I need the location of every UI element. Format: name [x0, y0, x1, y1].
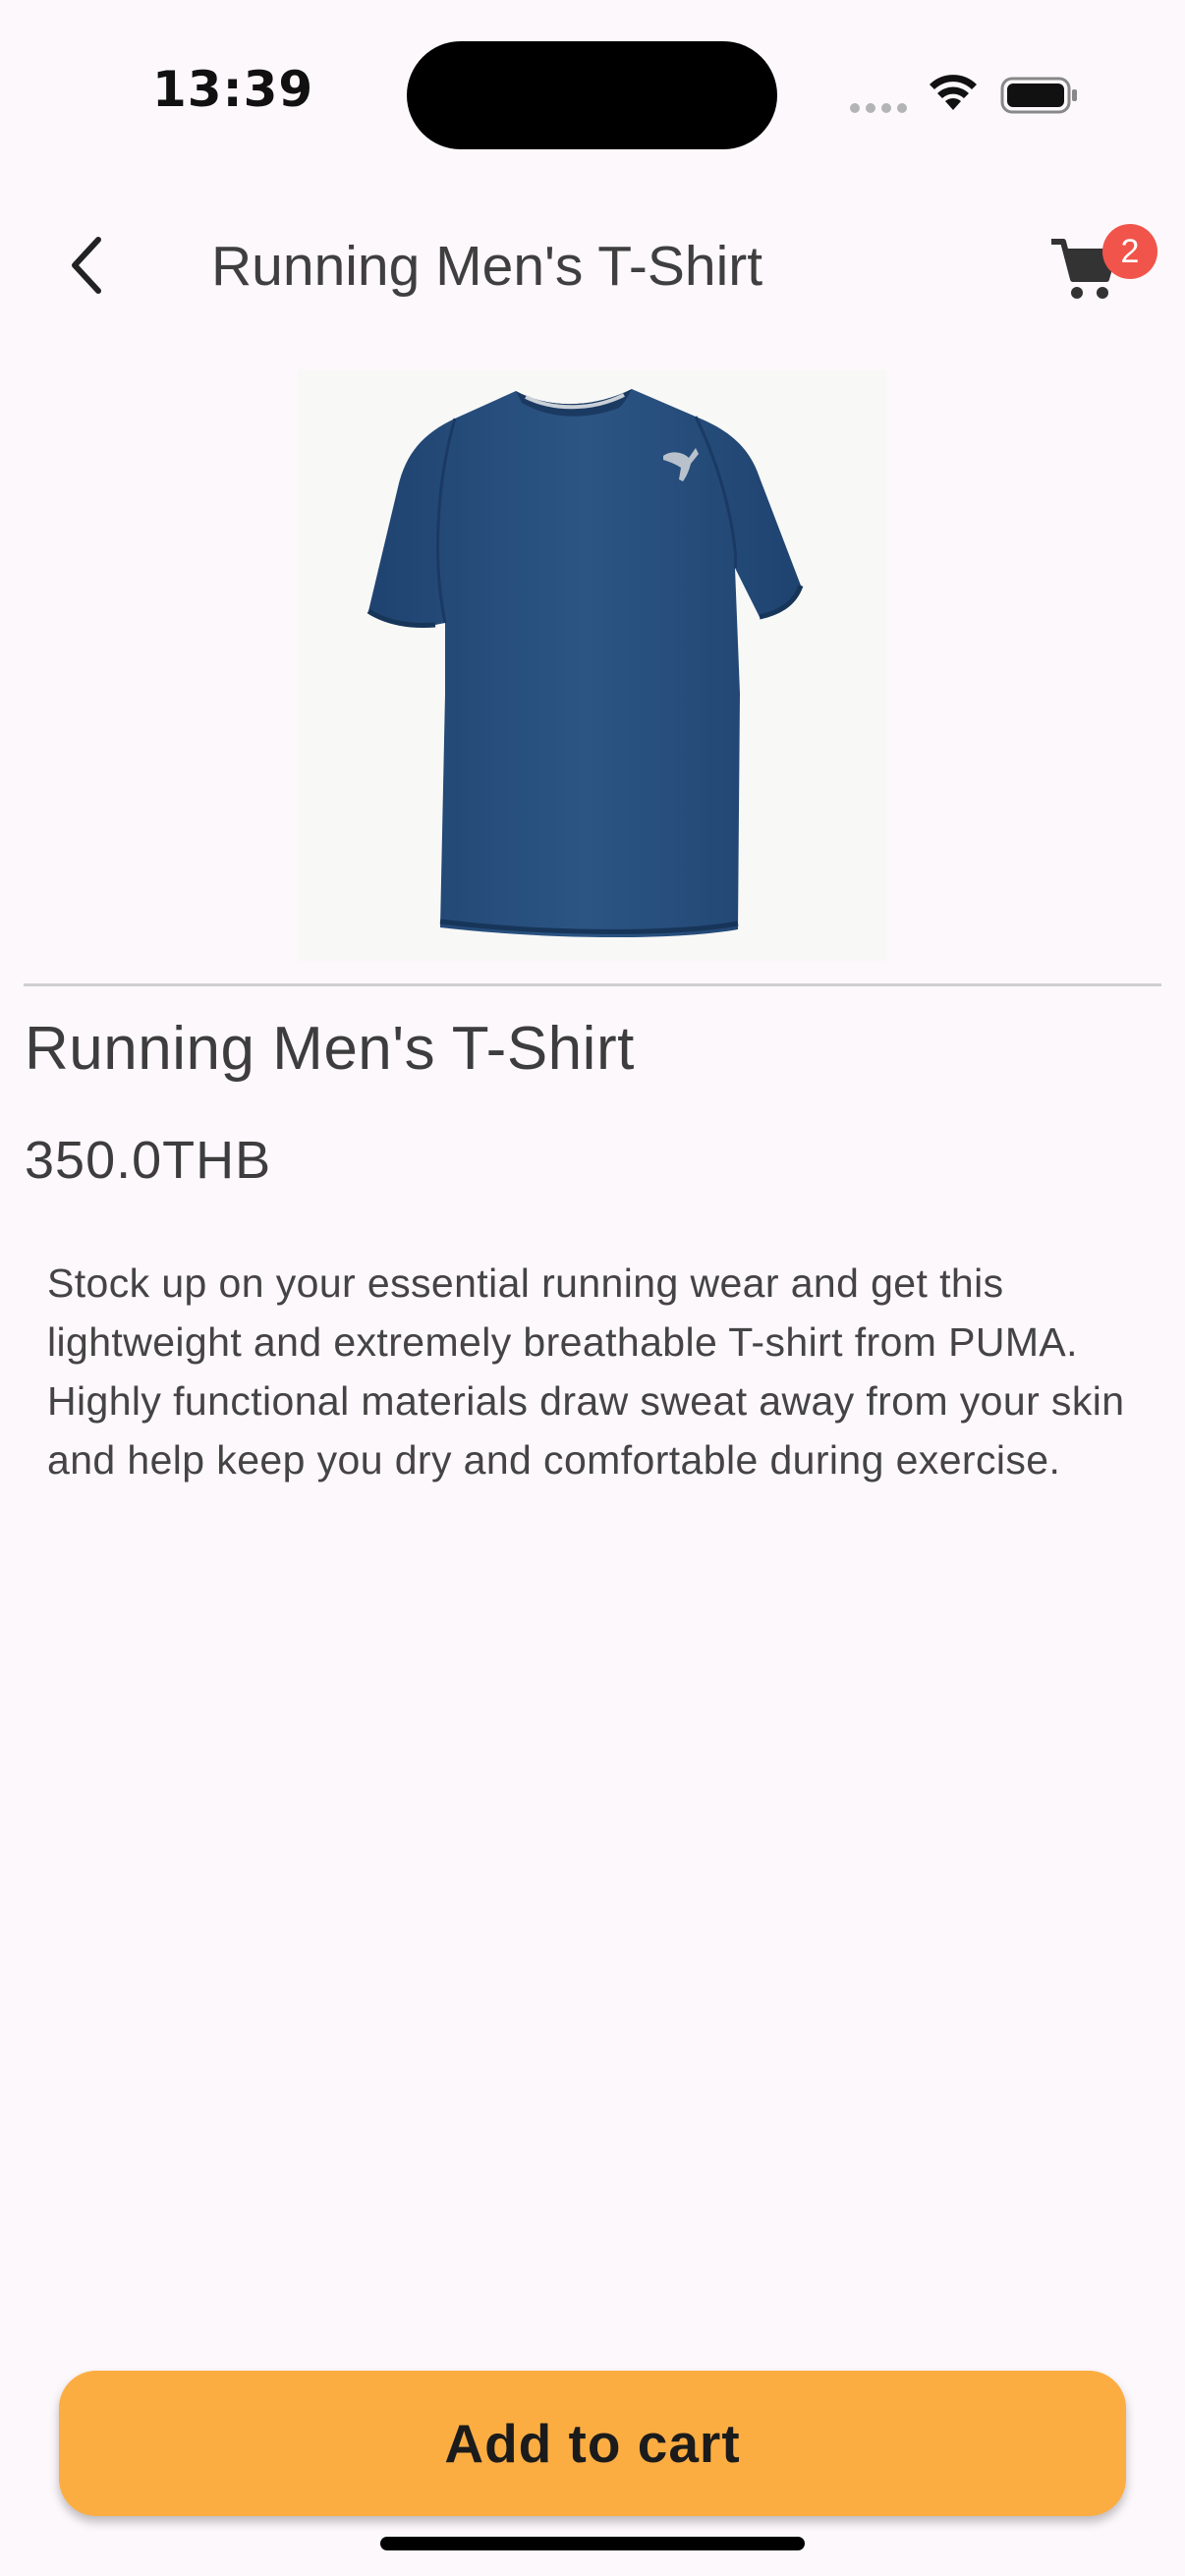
divider: [24, 983, 1161, 986]
home-indicator[interactable]: [380, 2537, 805, 2550]
battery-icon: [1000, 77, 1077, 114]
app-bar: Running Men's T-Shirt 2: [0, 196, 1185, 334]
product-price: 350.0THB: [25, 1131, 272, 1190]
cart-button[interactable]: 2: [1042, 224, 1157, 312]
add-to-cart-button[interactable]: Add to cart: [59, 2371, 1126, 2516]
status-time: 13:39: [152, 61, 314, 118]
product-description: Stock up on your essential running wear …: [47, 1260, 1125, 1483]
status-bar: 13:39: [0, 0, 1185, 187]
wifi-icon: [930, 75, 977, 110]
cellular-signal-icon: [850, 103, 907, 113]
dynamic-island: [407, 41, 777, 149]
product-name: Running Men's T-Shirt: [25, 1015, 635, 1083]
chevron-left-icon: [72, 237, 101, 294]
product-image: [298, 369, 887, 961]
tshirt-image: [367, 389, 804, 938]
page-title: Running Men's T-Shirt: [211, 235, 763, 298]
back-button[interactable]: [47, 226, 126, 305]
cart-count-badge: 2: [1102, 224, 1157, 279]
